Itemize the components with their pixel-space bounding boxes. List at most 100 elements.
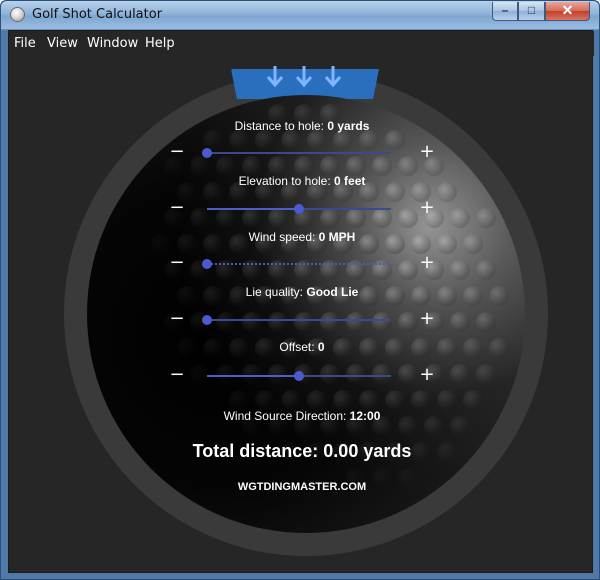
menu-window[interactable]: Window: [87, 36, 138, 51]
elevation-plus-button[interactable]: +: [418, 199, 436, 217]
ball-dimple: [398, 156, 418, 176]
arrow-down-icon: [295, 66, 313, 88]
ball-dimple: [190, 208, 210, 228]
distance-label: Distance to hole: 0 yards: [234, 119, 370, 133]
ball-dimple: [437, 390, 457, 410]
ball-dimple: [203, 130, 223, 150]
ball-dimple: [255, 130, 275, 150]
ball-dimple: [346, 312, 366, 332]
slider-thumb[interactable]: [202, 259, 212, 269]
lie-quality-label: Lie quality: Good Lie: [245, 285, 359, 299]
ball-dimple: [320, 156, 340, 176]
menu-view[interactable]: View: [47, 36, 78, 51]
ball-dimple: [320, 312, 340, 332]
ball-dimple: [398, 260, 418, 280]
client-area: File View Window Help Distance to hole: …: [8, 30, 594, 573]
ball-dimple: [346, 208, 366, 228]
wind-speed-slider[interactable]: [202, 259, 391, 269]
title-bar[interactable]: Golf Shot Calculator – □ ✕: [1, 1, 599, 29]
distance-slider[interactable]: [202, 148, 391, 158]
ball-dimple: [372, 312, 392, 332]
ball-dimple: [281, 390, 301, 410]
ball-dimple: [450, 208, 470, 228]
ball-dimple: [385, 130, 405, 150]
ball-dimple: [242, 156, 262, 176]
elevation-slider[interactable]: [207, 204, 391, 214]
ball-dimple: [307, 130, 327, 150]
wind-speed-plus-button[interactable]: +: [418, 254, 436, 272]
offset-plus-button[interactable]: +: [418, 366, 436, 384]
distance-value: 0 yards: [327, 119, 370, 133]
ball-dimple: [242, 312, 262, 332]
wind-direction-value: 12:00: [349, 409, 381, 423]
menu-file[interactable]: File: [14, 36, 36, 51]
slider-thumb[interactable]: [294, 371, 304, 381]
elevation-value: 0 feet: [334, 174, 366, 188]
ball-dimple: [216, 364, 236, 384]
slider-thumb[interactable]: [202, 315, 212, 325]
ball-dimple: [372, 208, 392, 228]
wind-speed-value: 0 MPH: [318, 230, 356, 244]
close-button[interactable]: ✕: [545, 2, 590, 21]
ball-dimple: [372, 364, 392, 384]
window-title: Golf Shot Calculator: [32, 7, 163, 22]
ball-dimple: [450, 260, 470, 280]
ball-dimple: [190, 364, 210, 384]
ball-dimple: [476, 364, 496, 384]
ball-dimple: [216, 312, 236, 332]
ball-dimple: [294, 312, 314, 332]
ball-dimple: [398, 312, 418, 332]
ball-dimple: [268, 156, 288, 176]
lie-quality-value: Good Lie: [306, 285, 359, 299]
ball-dimple: [216, 156, 236, 176]
ball-dimple: [359, 390, 379, 410]
ball-dimple: [463, 390, 483, 410]
lie-plus-button[interactable]: +: [418, 310, 436, 328]
lie-quality-slider[interactable]: [202, 315, 391, 325]
ball-dimple: [294, 156, 314, 176]
slider-fill: [207, 375, 299, 377]
ball-dimple: [242, 364, 262, 384]
wind-speed-minus-button[interactable]: −: [168, 254, 186, 272]
ball-dimple: [268, 364, 288, 384]
ball-dimple: [398, 364, 418, 384]
brand-text: WGTDINGMASTER.COM: [237, 481, 367, 493]
ball-dimple: [398, 208, 418, 228]
minimize-button[interactable]: –: [492, 2, 518, 21]
ball-dimple: [411, 390, 431, 410]
golf-ball-graphic: [87, 95, 525, 533]
slider-fill: [207, 208, 299, 210]
elevation-label: Elevation to hole: 0 feet: [238, 174, 366, 188]
wind-speed-label: Wind speed: 0 MPH: [248, 230, 356, 244]
distance-minus-button[interactable]: −: [168, 143, 186, 161]
ball-dimple: [346, 364, 366, 384]
ball-dimple: [216, 208, 236, 228]
offset-minus-button[interactable]: −: [168, 366, 186, 384]
lie-minus-button[interactable]: −: [168, 310, 186, 328]
ball-dimple: [450, 312, 470, 332]
ball-dimple: [346, 156, 366, 176]
ball-dimple: [229, 390, 249, 410]
ball-dimple: [385, 390, 405, 410]
ball-dimple: [450, 364, 470, 384]
distance-plus-button[interactable]: +: [418, 143, 436, 161]
ball-dimple: [268, 208, 288, 228]
ball-dimple: [476, 312, 496, 332]
ball-dimple: [268, 312, 288, 332]
total-distance: Total distance: 0.00 yards: [192, 441, 412, 461]
ball-dimple: [190, 156, 210, 176]
slider-thumb[interactable]: [294, 204, 304, 214]
ball-dimple: [359, 130, 379, 150]
golf-ball-icon: [10, 7, 25, 22]
menu-help[interactable]: Help: [145, 36, 175, 51]
ball-dimple: [333, 130, 353, 150]
elevation-minus-button[interactable]: −: [168, 199, 186, 217]
ball-dimple: [476, 260, 496, 280]
app-window: Golf Shot Calculator – □ ✕ File View Win…: [0, 0, 600, 580]
ball-dimple: [320, 364, 340, 384]
maximize-button[interactable]: □: [518, 2, 545, 21]
slider-thumb[interactable]: [202, 148, 212, 158]
ball-dimple: [333, 390, 353, 410]
offset-slider[interactable]: [207, 371, 391, 381]
ball-dimple: [307, 390, 327, 410]
